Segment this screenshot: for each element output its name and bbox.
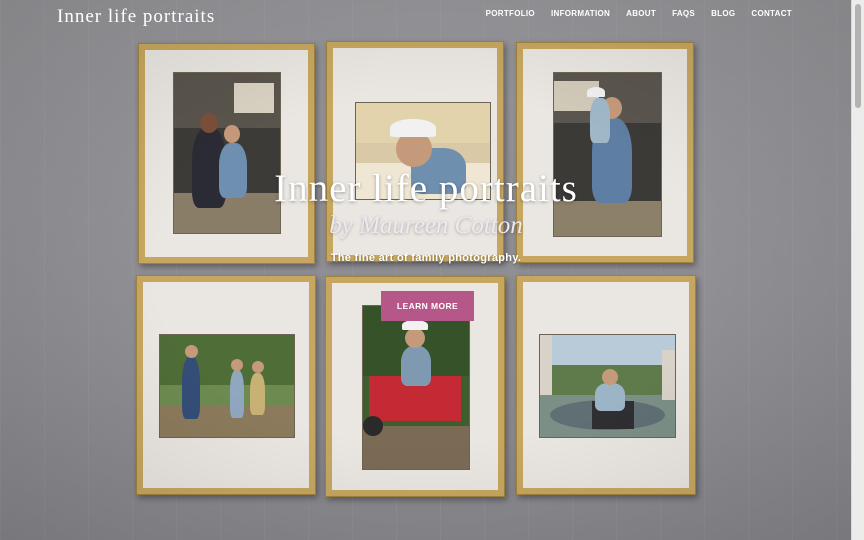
nav-blog[interactable]: BLOG [711,9,735,18]
hero-subtitle: by Maureen Cotton [329,212,523,239]
gallery-frame-4 [136,275,316,495]
nav-contact[interactable]: CONTACT [751,9,792,18]
main-nav: PORTFOLIO INFORMATION ABOUT FAQS BLOG CO… [486,9,792,18]
hero-tagline: The fine art of family photography. [330,252,522,264]
nav-about[interactable]: ABOUT [626,9,656,18]
nav-portfolio[interactable]: PORTFOLIO [486,9,535,18]
hero-title: Inner life portraits [274,167,578,210]
site-logo[interactable]: Inner life portraits [57,6,215,28]
learn-more-button[interactable]: LEARN MORE [381,291,474,321]
nav-information[interactable]: INFORMATION [551,9,610,18]
photo-boy-in-red-wagon [362,305,470,470]
frame-mat [143,282,309,488]
nav-faqs[interactable]: FAQS [672,9,695,18]
photo-boy-on-swing [539,334,676,438]
site-header: Inner life portraits PORTFOLIO INFORMATI… [0,0,852,30]
gallery-frame-6 [516,275,696,495]
scrollbar-thumb[interactable] [855,4,861,108]
frame-mat [523,282,689,488]
photo-family-under-tree [159,334,295,438]
page-scrollbar[interactable] [851,0,864,540]
